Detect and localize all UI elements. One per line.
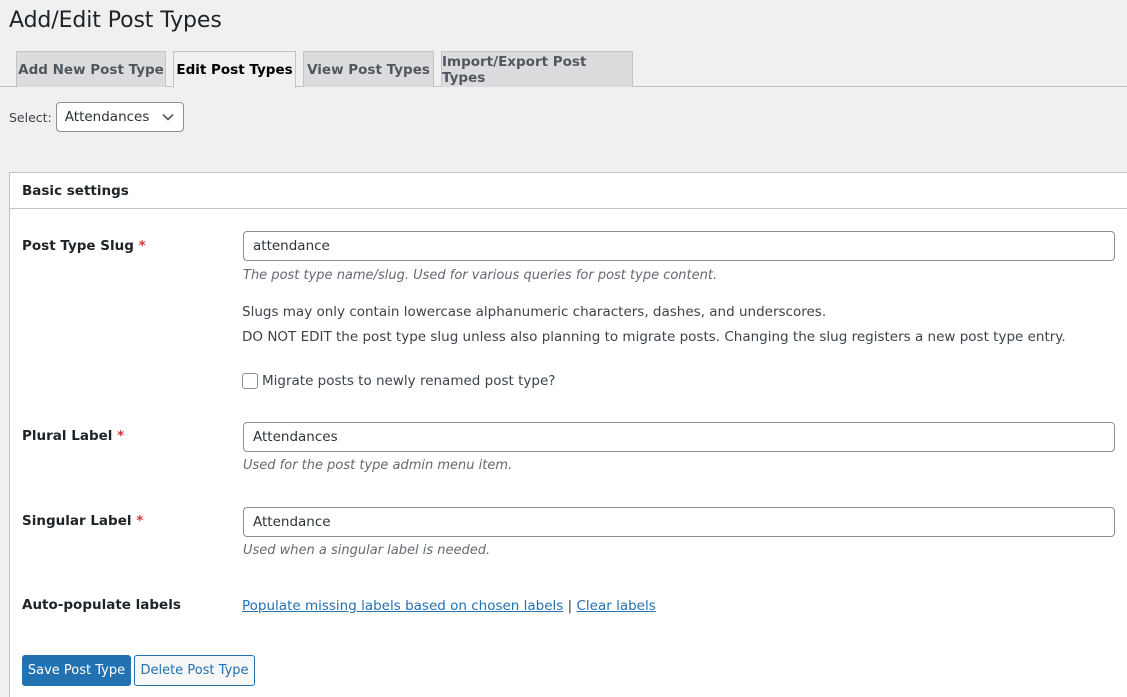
required-marker: * <box>138 238 146 254</box>
migrate-posts-label[interactable]: Migrate posts to newly renamed post type… <box>262 373 555 389</box>
nav-tabs: Add New Post Type Edit Post Types View P… <box>0 51 1127 88</box>
basic-settings-panel: Basic settings Post Type Slug * attendan… <box>9 172 1127 697</box>
chevron-down-icon <box>162 113 174 121</box>
singular-label-row: Singular Label * <box>22 513 143 529</box>
link-separator: | <box>567 598 573 614</box>
tab-edit-post-types[interactable]: Edit Post Types <box>173 51 296 88</box>
slug-note-characters: Slugs may only contain lowercase alphanu… <box>242 304 827 320</box>
tab-import-export-post-types[interactable]: Import/Export Post Types <box>441 51 633 87</box>
post-type-select[interactable]: Attendances <box>55 102 184 132</box>
singular-label-input[interactable]: Attendance <box>243 507 1115 537</box>
clear-labels-link[interactable]: Clear labels <box>576 598 655 614</box>
plural-label-input[interactable]: Attendances <box>243 422 1115 452</box>
post-type-select-value: Attendances <box>64 109 150 125</box>
slug-description: The post type name/slug. Used for variou… <box>243 268 718 283</box>
migrate-posts-checkbox[interactable] <box>242 373 258 389</box>
slug-label-row: Post Type Slug * <box>22 238 146 254</box>
plural-label: Plural Label <box>22 428 113 444</box>
save-post-type-button[interactable]: Save Post Type <box>22 655 131 686</box>
singular-label-description: Used when a singular label is needed. <box>243 543 491 558</box>
populate-labels-link[interactable]: Populate missing labels based on chosen … <box>242 598 563 614</box>
tab-view-post-types[interactable]: View Post Types <box>303 51 434 87</box>
tab-add-new-post-type[interactable]: Add New Post Type <box>16 51 166 87</box>
delete-post-type-button[interactable]: Delete Post Type <box>134 655 255 686</box>
slug-input[interactable]: attendance <box>243 231 1115 261</box>
migrate-posts-row: Migrate posts to newly renamed post type… <box>242 373 555 389</box>
required-marker: * <box>136 513 144 529</box>
select-label: Select: <box>9 109 52 125</box>
slug-label: Post Type Slug <box>22 238 134 254</box>
post-type-select-row: Select: Attendances <box>9 102 184 132</box>
plural-label-row: Plural Label * <box>22 428 124 444</box>
required-marker: * <box>117 428 125 444</box>
panel-title: Basic settings <box>10 173 1127 209</box>
slug-note-warning: DO NOT EDIT the post type slug unless al… <box>242 329 1066 345</box>
page-title: Add/Edit Post Types <box>9 8 222 33</box>
singular-label: Singular Label <box>22 513 132 529</box>
autopopulate-links: Populate missing labels based on chosen … <box>242 598 656 614</box>
autopopulate-label: Auto-populate labels <box>22 597 181 613</box>
plural-label-description: Used for the post type admin menu item. <box>243 458 513 473</box>
